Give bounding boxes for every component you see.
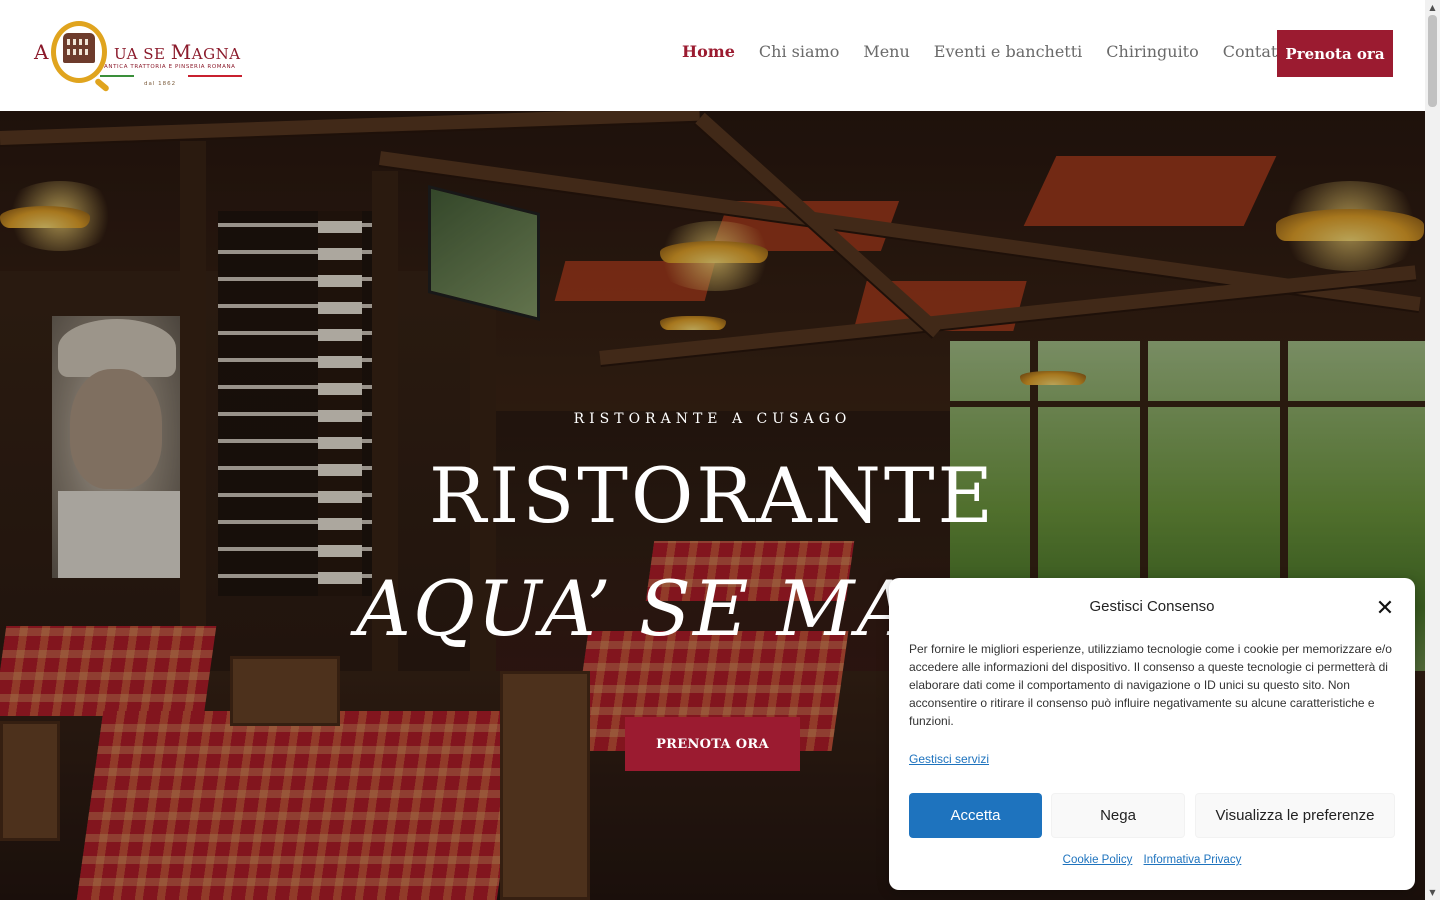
cookie-policy-link[interactable]: Cookie Policy <box>1063 854 1133 866</box>
nav-item-eventi[interactable]: Eventi e banchetti <box>922 40 1094 68</box>
hero-subtitle: AQUA’ SE MA <box>356 564 914 653</box>
nav-item-home[interactable]: Home <box>670 40 747 68</box>
hero-book-button[interactable]: PRENOTA ORA <box>625 717 800 771</box>
logo-line-red <box>188 75 242 77</box>
triangle-down-icon[interactable]: ▼ <box>1425 885 1440 900</box>
close-icon[interactable]: ✕ <box>1373 596 1397 621</box>
privacy-policy-link[interactable]: Informativa Privacy <box>1144 854 1242 866</box>
site-logo[interactable]: A UA SE MAGNA ANTICA TRATTORIA E PINSERI… <box>34 20 242 92</box>
colosseum-icon <box>63 33 95 63</box>
consent-body: Per fornire le migliori esperienze, util… <box>909 642 1392 728</box>
logo-tagline: ANTICA TRATTORIA E PINSERIA ROMANA <box>104 64 236 70</box>
accept-button[interactable]: Accetta <box>909 793 1042 838</box>
nav-item-chiringuito[interactable]: Chiringuito <box>1094 40 1210 68</box>
consent-title: Gestisci Consenso <box>1089 598 1215 615</box>
scrollbar-thumb[interactable] <box>1428 15 1437 107</box>
cookie-consent-dialog: Gestisci Consenso ✕ Per fornire le migli… <box>889 578 1415 890</box>
book-now-button[interactable]: Prenota ora <box>1277 30 1393 77</box>
logo-name: UA SE MAGNA <box>114 40 241 64</box>
page-scrollbar[interactable]: ▲ ▼ <box>1425 0 1440 900</box>
nav-item-menu[interactable]: Menu <box>851 40 921 68</box>
main-nav: Home Chi siamo Menu Eventi e banchetti C… <box>670 40 1301 68</box>
view-preferences-button[interactable]: Visualizza le preferenze <box>1195 793 1395 838</box>
logo-since: dal 1862 <box>144 81 177 87</box>
site-header: A UA SE MAGNA ANTICA TRATTORIA E PINSERI… <box>0 0 1425 111</box>
triangle-up-icon[interactable]: ▲ <box>1425 0 1440 15</box>
hero-title: RISTORANTE <box>428 451 997 540</box>
deny-button[interactable]: Nega <box>1051 793 1185 838</box>
logo-line-green <box>100 75 134 77</box>
hero-eyebrow: RISTORANTE A CUSAGO <box>573 411 852 427</box>
manage-services-link[interactable]: Gestisci servizi <box>909 752 989 766</box>
logo-letter-a: A <box>34 40 50 64</box>
nav-item-chi-siamo[interactable]: Chi siamo <box>747 40 851 68</box>
consent-footer-links: Cookie Policy Informativa Privacy <box>889 854 1415 866</box>
